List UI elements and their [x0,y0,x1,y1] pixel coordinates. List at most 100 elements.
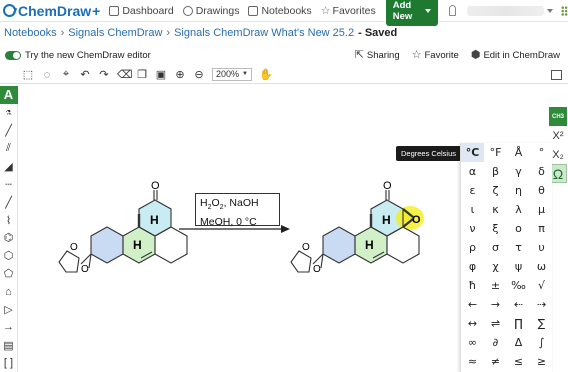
symbol-cell[interactable]: Δ [507,333,530,352]
edit-in-chemdraw-button[interactable]: ⬢ Edit in ChemDraw [471,49,560,61]
drawing-canvas[interactable]: O H H O O O H H O O O H2O2, NaOH MeOH, 0… [19,86,457,372]
bell-icon[interactable] [448,5,457,16]
eraser-icon[interactable]: ⌫ [117,68,133,81]
symbol-cell[interactable]: ≤ [507,352,530,371]
symbol-cell[interactable]: α [461,162,484,181]
symbol-cell[interactable]: √ [530,276,553,295]
symbol-cell[interactable]: ≥ [530,352,553,371]
triangle-icon[interactable]: ▷ [0,301,18,319]
zoom-in-icon[interactable]: ⊕ [174,68,186,81]
symbol-cell[interactable]: κ [484,200,507,219]
text-tool[interactable]: A [0,86,18,104]
breadcrumb-notebooks[interactable]: Notebooks [4,27,57,39]
symbol-cell[interactable]: η [507,181,530,200]
wedge-bond-icon[interactable]: ◢ [0,158,18,176]
new-editor-toggle[interactable] [5,50,21,60]
symbol-cell[interactable]: ≈ [461,352,484,371]
hexagon-icon[interactable]: ⬡ [0,247,18,265]
symbol-cell[interactable]: ∂ [484,333,507,352]
hashed-bond-icon[interactable]: ⫽ [0,140,18,158]
symbol-cell[interactable]: ξ [484,219,507,238]
symbol-cell[interactable]: ∏ [507,314,530,333]
symbol-cell[interactable]: λ [507,200,530,219]
symbol-cell[interactable]: ∫ [530,333,553,352]
symbol-cell[interactable]: ⇠ [507,295,530,314]
favorite-button[interactable]: ☆ Favorite [412,49,459,61]
symbol-cell[interactable]: μ [530,200,553,219]
symbol-cell[interactable]: ≠ [484,352,507,371]
add-new-button[interactable]: Add New [385,0,438,26]
chain-tool-icon[interactable]: ⌇ [0,211,18,229]
chair-icon[interactable]: ⌂ [0,283,18,301]
sharing-button[interactable]: ⇱ Sharing [355,49,400,61]
symbol-cell[interactable]: β [484,162,507,181]
symbol-cell[interactable]: ⇢ [530,295,553,314]
template-icon[interactable]: ▤ [0,336,18,354]
dashed-bond-icon[interactable]: ┄ [0,175,18,193]
symbol-cell[interactable]: ∑ [530,314,553,333]
apps-grid-icon[interactable] [560,5,568,16]
paste-icon[interactable]: ▣ [155,68,167,81]
symbol-cell[interactable]: δ [530,162,553,181]
bold-bond-icon[interactable]: ╱ [0,193,18,211]
toggle-panel-icon[interactable] [551,69,562,80]
nav-drawings[interactable]: Drawings [182,5,239,17]
breadcrumb-notebook[interactable]: Signals ChemDraw [68,27,162,39]
marquee-select-icon[interactable]: ⬚ [22,68,34,81]
zoom-out-icon[interactable]: ⊖ [193,68,205,81]
symbol-cell[interactable]: ↔ [461,314,484,333]
edit-in-chemdraw-label: Edit in ChemDraw [483,49,560,61]
symbol-cell[interactable]: σ [484,238,507,257]
arrow-tool-icon[interactable]: → [0,318,18,336]
reactant-h-top: H [150,213,159,227]
symbol-cell[interactable]: ν [461,219,484,238]
bracket-icon[interactable]: [ ] [0,354,18,372]
reaction-conditions[interactable]: H2O2, NaOH MeOH, 0 °C [195,193,280,228]
reactant-ring-a [91,227,123,263]
symbol-cell[interactable]: γ [507,162,530,181]
ch3-button[interactable]: CH3 [549,107,567,126]
symbol-cell[interactable]: θ [530,181,553,200]
redo-icon[interactable]: ↷ [98,68,110,81]
chemdraw-logo[interactable]: ChemDraw + [3,3,100,19]
symbol-cell[interactable]: υ [530,238,553,257]
copy-icon[interactable]: ❐ [136,68,148,81]
symbol-cell[interactable]: π [530,219,553,238]
symbol-cell[interactable]: ε [461,181,484,200]
symbol-cell[interactable]: ρ [461,238,484,257]
nav-favorites[interactable]: ☆ Favorites [321,4,376,18]
symbol-cell[interactable]: ± [484,276,507,295]
symbol-cell[interactable]: φ [461,257,484,276]
user-menu[interactable] [467,5,544,16]
nav-favorites-label: Favorites [332,4,376,17]
bond-tool-icon[interactable]: ╱ [0,122,18,140]
symbol-cell[interactable]: ‰ [507,276,530,295]
symbol-cell[interactable]: ⇌ [484,314,507,333]
symbol-cell[interactable]: Å [507,143,530,162]
pentagon-icon[interactable]: ⬠ [0,265,18,283]
nav-dashboard[interactable]: Dashboard [109,5,174,17]
symbol-cell[interactable]: ι [461,200,484,219]
symbol-cell[interactable]: ζ [484,181,507,200]
symbol-cell[interactable]: τ [507,238,530,257]
symbol-cell[interactable]: → [484,295,507,314]
lasso-select-icon[interactable]: ◌ [41,69,53,81]
user-chevron-down-icon[interactable] [546,8,553,13]
symbol-cell[interactable]: ħ [461,276,484,295]
benzene-icon[interactable]: ⌬ [0,229,18,247]
symbol-cell[interactable]: ω [530,257,553,276]
symbol-cell[interactable]: °C [461,143,484,162]
structure-select-icon[interactable]: ⌖ [60,68,72,81]
name-to-structure-icon[interactable]: ⚗ [0,104,18,122]
pan-hand-icon[interactable]: ✋ [259,68,273,81]
symbol-cell[interactable]: ° [530,143,553,162]
symbol-cell[interactable]: χ [484,257,507,276]
symbol-cell[interactable]: ψ [507,257,530,276]
symbol-cell[interactable]: ← [461,295,484,314]
nav-notebooks[interactable]: Notebooks [248,5,312,17]
undo-icon[interactable]: ↶ [79,68,91,81]
zoom-select[interactable]: 200% ▼ [212,68,252,81]
symbol-cell[interactable]: ο [507,219,530,238]
symbol-cell[interactable]: °F [484,143,507,162]
symbol-cell[interactable]: ∞ [461,333,484,352]
